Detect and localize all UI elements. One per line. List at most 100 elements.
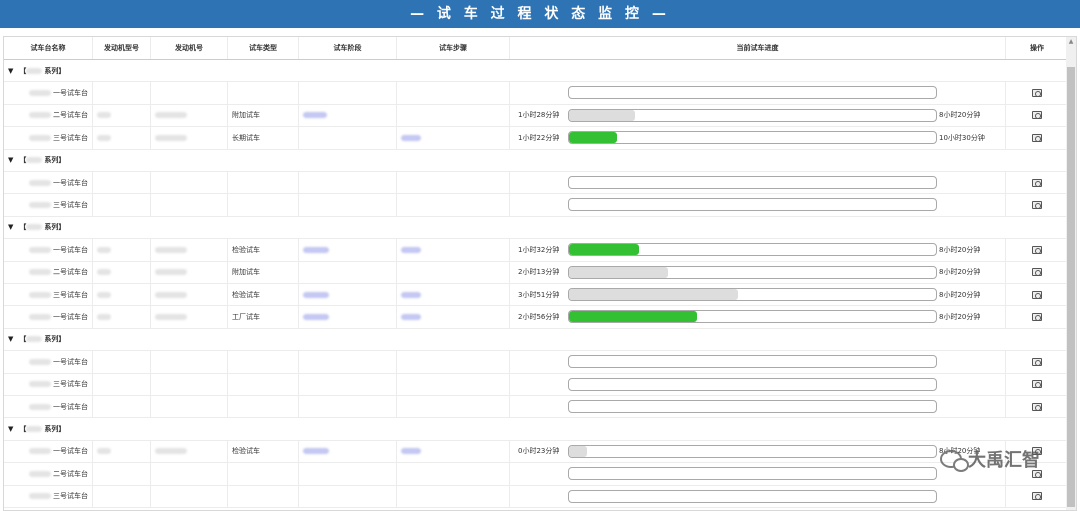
progress-bar-fill: [569, 244, 639, 256]
col-header-engine-model: 发动机型号: [93, 37, 151, 59]
table-row[interactable]: 二号试车台 附加试车 2小时13分钟 8小时20分钟: [4, 261, 1068, 284]
test-phase-link[interactable]: [303, 314, 329, 321]
engine-model-cell: [93, 261, 151, 283]
test-step-link[interactable]: [401, 291, 421, 298]
group-row[interactable]: ▼ 【 系列】: [4, 216, 1068, 240]
col-header-test-phase: 试车阶段: [299, 37, 397, 59]
col-header-stand: 试车台名称: [4, 37, 93, 59]
redacted-prefix: [29, 358, 51, 365]
camera-icon[interactable]: [1032, 133, 1042, 142]
test-step-link[interactable]: [401, 134, 421, 141]
engine-model-cell: [93, 306, 151, 328]
camera-icon[interactable]: [1032, 178, 1042, 187]
progress-cell: 3小时51分钟 8小时20分钟: [510, 284, 1006, 306]
stand-name: 三号试车台: [53, 201, 88, 210]
group-label: 系列: [44, 156, 59, 165]
test-phase-cell: [299, 463, 397, 485]
elapsed-time: 2小时13分钟: [518, 268, 560, 277]
camera-icon[interactable]: [1032, 268, 1042, 277]
engine-model-cell: [93, 440, 151, 463]
test-step-link[interactable]: [401, 448, 421, 455]
redacted-prefix: [29, 493, 51, 500]
total-time: 8小时20分钟: [939, 111, 981, 120]
col-header-test-type: 试车类型: [228, 37, 299, 59]
camera-icon[interactable]: [1032, 380, 1042, 389]
camera-icon[interactable]: [1032, 201, 1042, 210]
test-phase-link[interactable]: [303, 246, 329, 253]
stand-name: 一号试车台: [53, 402, 88, 411]
table-row[interactable]: 一号试车台: [4, 172, 1068, 195]
test-phase-link[interactable]: [303, 291, 329, 298]
engine-model-cell: [93, 127, 151, 149]
redacted-engine-number: [155, 291, 187, 298]
camera-icon[interactable]: [1032, 492, 1042, 501]
caret-down-icon[interactable]: ▼: [8, 156, 13, 164]
test-type-cell: [228, 373, 299, 395]
table-row[interactable]: 三号试车台: [4, 373, 1068, 396]
group-suffix: 】: [58, 425, 66, 434]
caret-down-icon[interactable]: ▼: [8, 223, 13, 231]
caret-down-icon[interactable]: ▼: [8, 425, 13, 433]
stand-name-cell: 三号试车台: [4, 127, 93, 149]
caret-down-icon[interactable]: ▼: [8, 335, 13, 343]
stand-name: 二号试车台: [53, 111, 88, 120]
test-step-cell: [397, 261, 510, 283]
test-type-cell: [228, 82, 299, 104]
table-row[interactable]: 三号试车台 长期试车 1小时22分钟 10小时30分钟: [4, 127, 1068, 150]
group-row[interactable]: ▼ 【 系列】: [4, 149, 1068, 172]
camera-icon[interactable]: [1032, 89, 1042, 98]
table-row[interactable]: 二号试车台: [4, 463, 1068, 486]
engine-number-cell: [151, 239, 228, 261]
redacted-engine-model: [97, 314, 111, 321]
redacted-engine-number: [155, 269, 187, 276]
table-row[interactable]: 一号试车台: [4, 351, 1068, 374]
table-row[interactable]: 二号试车台 附加试车 1小时28分钟 8小时20分钟: [4, 104, 1068, 128]
table-row[interactable]: 一号试车台: [4, 82, 1068, 105]
progress-cell: 2小时56分钟 8小时20分钟: [510, 306, 1006, 328]
group-row[interactable]: ▼ 【 系列】: [4, 60, 1068, 83]
progress-cell: [510, 194, 1006, 216]
engine-model-cell: [93, 463, 151, 485]
test-type-cell: [228, 396, 299, 418]
camera-icon[interactable]: [1032, 402, 1042, 411]
test-type-cell: 长期试车: [228, 127, 299, 149]
scroll-thumb[interactable]: [1067, 67, 1075, 507]
progress-bar: [568, 131, 937, 145]
test-phase-link[interactable]: [303, 448, 329, 455]
scroll-up-icon[interactable]: ▲: [1066, 37, 1076, 47]
test-phase-cell: [299, 127, 397, 149]
stand-name: 三号试车台: [53, 133, 88, 142]
stand-name: 一号试车台: [53, 357, 88, 366]
redacted-prefix: [29, 112, 51, 119]
camera-icon[interactable]: [1032, 357, 1042, 366]
engine-number-cell: [151, 440, 228, 463]
action-cell: [1006, 82, 1068, 103]
camera-icon[interactable]: [1032, 313, 1042, 322]
table-row[interactable]: 一号试车台 工厂试车 2小时56分钟 8小时20分钟: [4, 306, 1068, 329]
table-row[interactable]: 三号试车台 检验试车 3小时51分钟 8小时20分钟: [4, 284, 1068, 307]
camera-icon[interactable]: [1032, 245, 1042, 254]
table-row[interactable]: 一号试车台: [4, 396, 1068, 419]
redacted-prefix: [29, 448, 51, 455]
table-row[interactable]: 三号试车台: [4, 485, 1068, 508]
camera-icon[interactable]: [1032, 111, 1042, 120]
table-row[interactable]: 三号试车台: [4, 194, 1068, 217]
vertical-scrollbar[interactable]: ▲: [1066, 37, 1076, 510]
test-phase-cell: [299, 351, 397, 373]
caret-down-icon[interactable]: ▼: [8, 67, 13, 75]
test-step-cell: [397, 440, 510, 463]
test-step-link[interactable]: [401, 246, 421, 253]
group-row[interactable]: ▼ 【 系列】: [4, 328, 1068, 352]
test-step-link[interactable]: [401, 314, 421, 321]
redacted-engine-model: [97, 246, 111, 253]
table-row[interactable]: 一号试车台 检验试车 0小时23分钟 8小时20分钟: [4, 440, 1068, 464]
test-phase-link[interactable]: [303, 112, 327, 119]
group-row[interactable]: ▼ 【 系列】: [4, 418, 1068, 441]
test-step-cell: [397, 239, 510, 261]
table-row[interactable]: 一号试车台 检验试车 1小时32分钟 8小时20分钟: [4, 239, 1068, 262]
progress-cell: 1小时32分钟 8小时20分钟: [510, 239, 1006, 261]
redacted-prefix: [29, 90, 51, 97]
action-cell: [1006, 105, 1068, 126]
engine-number-cell: [151, 172, 228, 194]
camera-icon[interactable]: [1032, 290, 1042, 299]
